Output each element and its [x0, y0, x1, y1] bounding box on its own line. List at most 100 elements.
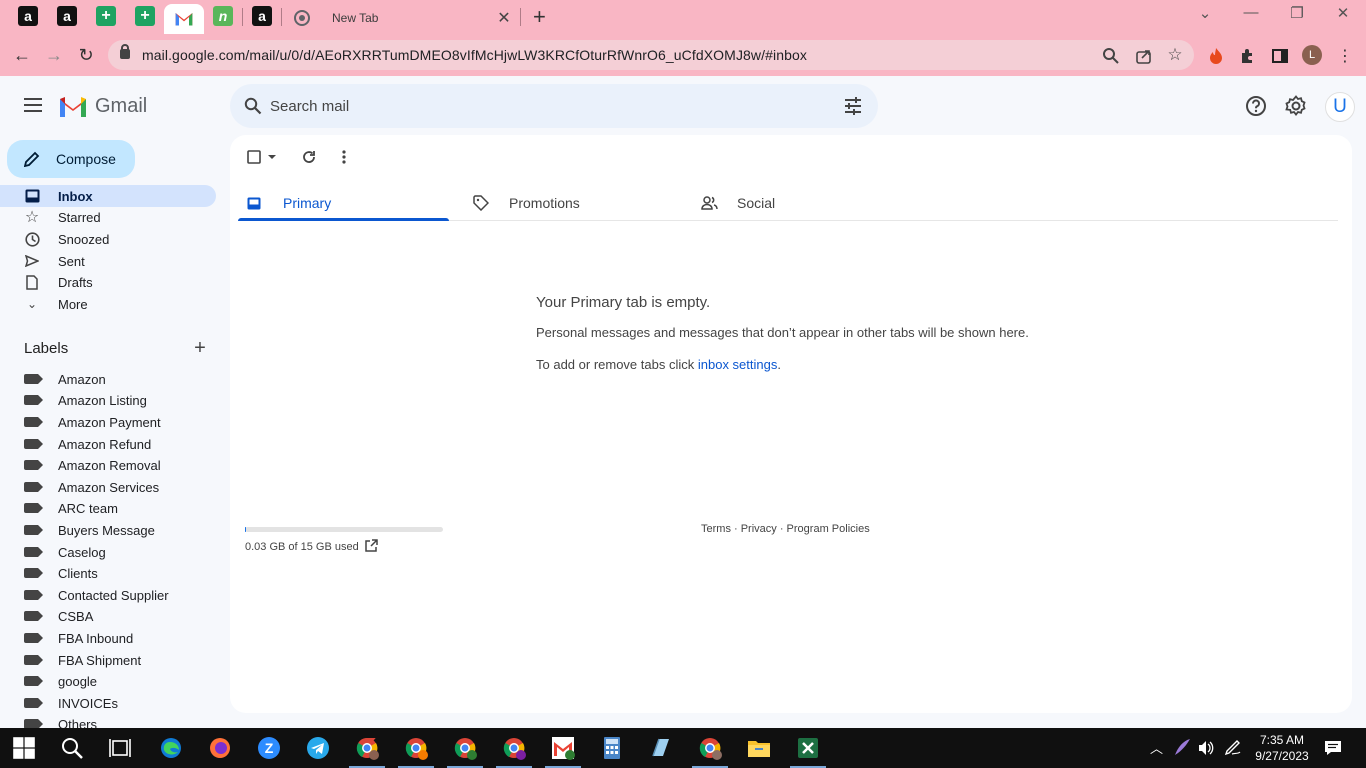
tab-search-chevron-icon[interactable]: ⌄	[1182, 4, 1228, 22]
nav-item-drafts[interactable]: Drafts	[0, 271, 216, 293]
close-tab-icon[interactable]: ✕	[496, 8, 512, 28]
url-text[interactable]: mail.google.com/mail/u/0/d/AEoRXRRTumDME…	[142, 47, 807, 63]
volume-icon[interactable]	[1197, 739, 1215, 757]
tab-amazon-2[interactable]: a	[57, 6, 77, 26]
label-item[interactable]: Caselog	[0, 542, 216, 563]
notifications-icon[interactable]	[1324, 739, 1342, 757]
select-all-checkbox[interactable]	[247, 148, 277, 166]
side-panel-icon[interactable]	[1271, 47, 1289, 65]
more-options-icon[interactable]	[341, 148, 347, 166]
label-item[interactable]: Amazon	[0, 369, 216, 390]
extensions-puzzle-icon[interactable]	[1239, 47, 1257, 65]
search-taskbar-icon[interactable]	[60, 736, 84, 760]
nav-item-starred[interactable]: ☆ Starred	[0, 206, 216, 228]
forward-icon[interactable]: →	[43, 44, 65, 66]
open-in-new-icon[interactable]	[364, 539, 378, 553]
inbox-settings-link[interactable]: inbox settings	[698, 357, 778, 372]
gmail-app-icon[interactable]	[551, 736, 575, 760]
label-item[interactable]: Amazon Payment	[0, 412, 216, 433]
tab-social[interactable]: Social	[701, 185, 775, 221]
main-menu-icon[interactable]	[24, 98, 42, 112]
close-window-icon[interactable]: ✕	[1320, 4, 1366, 22]
notepad-icon[interactable]	[649, 736, 673, 760]
footer-links[interactable]: Terms · Privacy · Program Policies	[701, 523, 870, 535]
back-icon[interactable]: ←	[11, 44, 33, 66]
checkbox-icon[interactable]	[247, 150, 261, 164]
zoom-icon[interactable]	[1102, 47, 1120, 65]
firefox-icon[interactable]	[208, 736, 232, 760]
tab-green-app[interactable]: n	[213, 6, 233, 26]
extension-fire-icon[interactable]	[1207, 47, 1225, 65]
label-icon	[24, 655, 43, 665]
tab-gmail-active[interactable]	[164, 4, 204, 34]
minimize-icon[interactable]: —	[1228, 4, 1274, 21]
nav-item-snoozed[interactable]: Snoozed	[0, 228, 216, 250]
file-explorer-icon[interactable]	[747, 736, 771, 760]
tab-amazon-1[interactable]: a	[18, 6, 38, 26]
search-input[interactable]	[270, 96, 830, 116]
restore-icon[interactable]: ❐	[1274, 4, 1320, 22]
chrome-profile-1-icon[interactable]	[355, 736, 379, 760]
tab-amazon-3[interactable]: a	[252, 6, 272, 26]
label-item[interactable]: Amazon Removal	[0, 455, 216, 476]
nav-item-more[interactable]: ⌄ More	[0, 293, 216, 315]
tab-sheets-1[interactable]: +	[96, 6, 116, 26]
taskbar-clock[interactable]: 7:35 AM 9/27/2023	[1252, 732, 1312, 764]
label-name: FBA Inbound	[58, 631, 134, 646]
tab-promotions[interactable]: Promotions	[473, 185, 580, 221]
tab-primary[interactable]: Primary	[247, 185, 331, 221]
zoom-app-icon[interactable]: Z	[257, 736, 281, 760]
windows-start-icon[interactable]	[12, 736, 36, 760]
label-item[interactable]: INVOICEs	[0, 693, 216, 714]
bookmark-star-icon[interactable]: ☆	[1166, 45, 1184, 64]
refresh-icon[interactable]	[301, 148, 317, 166]
tab-new-tab[interactable]: New Tab ✕	[284, 4, 520, 32]
chrome-profile-4-icon[interactable]	[502, 736, 526, 760]
pen-app-tray-icon[interactable]	[1172, 737, 1192, 757]
search-bar[interactable]	[230, 84, 878, 128]
chrome-profile-avatar[interactable]: L	[1302, 45, 1322, 65]
search-icon[interactable]	[244, 97, 262, 115]
create-label-plus-icon[interactable]: +	[192, 338, 208, 358]
account-avatar[interactable]: U	[1325, 92, 1355, 122]
label-item[interactable]: Buyers Message	[0, 520, 216, 541]
label-item[interactable]: Contacted Supplier	[0, 585, 216, 606]
excel-icon[interactable]	[796, 736, 820, 760]
lock-icon[interactable]	[120, 44, 130, 59]
label-name: FBA Shipment	[58, 653, 142, 668]
pen-workspace-icon[interactable]	[1224, 738, 1242, 756]
chrome-profile-2-icon[interactable]	[404, 736, 428, 760]
chrome-profile-5-icon[interactable]	[698, 736, 722, 760]
label-item[interactable]: FBA Shipment	[0, 650, 216, 671]
task-view-icon[interactable]	[108, 736, 132, 760]
nav-item-inbox[interactable]: Inbox	[0, 185, 216, 207]
calculator-icon[interactable]	[600, 736, 624, 760]
nav-label: Sent	[58, 253, 85, 269]
chrome-menu-icon[interactable]: ⋮	[1336, 47, 1354, 65]
show-hidden-icons-chevron-icon[interactable]: ︿	[1150, 738, 1163, 757]
label-item[interactable]: google	[0, 671, 216, 692]
label-item[interactable]: Amazon Services	[0, 477, 216, 498]
label-item[interactable]: Amazon Refund	[0, 434, 216, 455]
telegram-icon[interactable]	[306, 736, 330, 760]
edge-icon[interactable]	[159, 736, 183, 760]
reload-icon[interactable]: ↻	[75, 44, 97, 66]
nav-item-sent[interactable]: Sent	[0, 250, 216, 272]
label-item[interactable]: ARC team	[0, 498, 216, 519]
tab-sheets-2[interactable]: +	[135, 6, 155, 26]
gmail-logo-icon[interactable]	[58, 95, 88, 117]
label-item[interactable]: FBA Inbound	[0, 628, 216, 649]
label-item[interactable]: Clients	[0, 563, 216, 584]
share-icon[interactable]	[1135, 47, 1153, 65]
compose-button[interactable]: Compose	[7, 140, 135, 178]
search-options-icon[interactable]	[843, 97, 863, 115]
label-item[interactable]: Amazon Listing	[0, 390, 216, 411]
new-tab-plus-icon[interactable]: +	[533, 4, 546, 30]
select-dropdown-icon[interactable]	[267, 153, 277, 161]
address-bar[interactable]: mail.google.com/mail/u/0/d/AEoRXRRTumDME…	[108, 40, 1194, 70]
label-item[interactable]: CSBA	[0, 606, 216, 627]
help-icon[interactable]	[1245, 95, 1267, 117]
gmail-logo-text[interactable]: Gmail	[95, 95, 147, 118]
settings-gear-icon[interactable]	[1285, 95, 1307, 117]
chrome-profile-3-icon[interactable]	[453, 736, 477, 760]
